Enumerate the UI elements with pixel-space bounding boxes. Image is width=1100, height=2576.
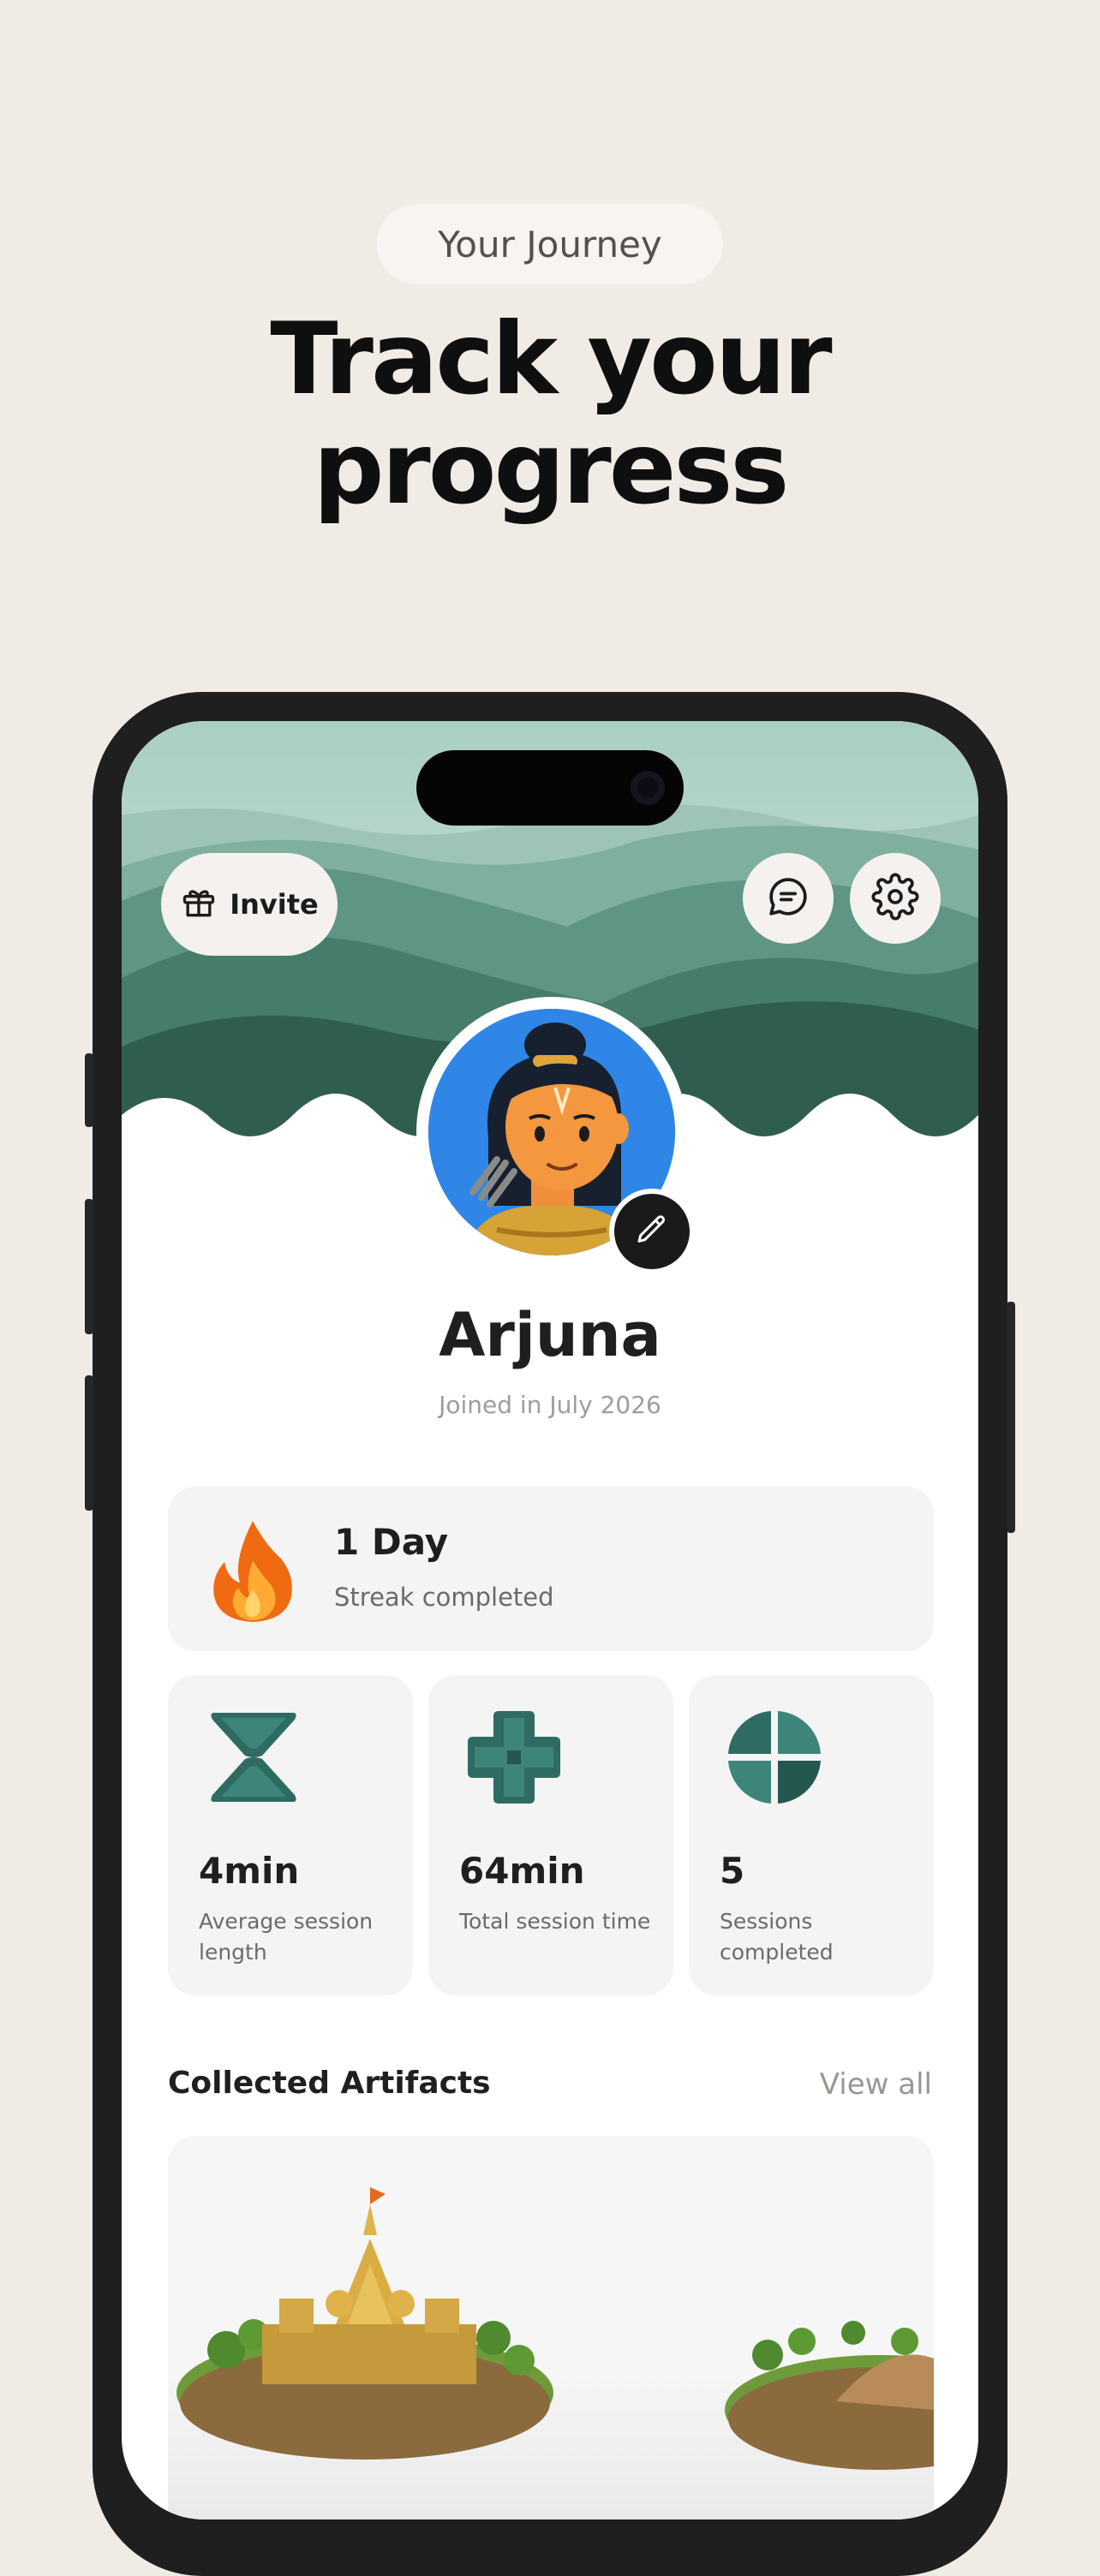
hourglass-icon bbox=[211, 1713, 296, 1802]
stat-card-total-time[interactable]: 64min Total session time bbox=[428, 1675, 673, 1995]
headline-line-1: Track your bbox=[270, 301, 832, 417]
chat-bubble-icon bbox=[764, 873, 812, 924]
dynamic-island bbox=[416, 750, 684, 826]
artifacts-carousel[interactable] bbox=[168, 2136, 934, 2519]
profile-name: Arjuna bbox=[439, 1300, 661, 1370]
streak-card[interactable]: 1 Day Streak completed bbox=[168, 1487, 934, 1651]
stat-value: 5 bbox=[720, 1850, 745, 1892]
front-camera bbox=[631, 771, 665, 805]
stat-card-sessions-completed[interactable]: 5 Sessions completed bbox=[689, 1675, 934, 1995]
power-button bbox=[1007, 1302, 1015, 1533]
joined-date: Joined in July 2026 bbox=[439, 1391, 661, 1419]
stat-value: 4min bbox=[199, 1850, 300, 1892]
plus-shape-icon bbox=[468, 1711, 560, 1804]
artifacts-title: Collected Artifacts bbox=[168, 2066, 491, 2101]
volume-down-button bbox=[85, 1375, 93, 1511]
quarter-circle-icon bbox=[728, 1711, 821, 1804]
stat-label: Total session time bbox=[459, 1909, 651, 1934]
stat-label: Average session length bbox=[199, 1909, 374, 1965]
streak-value: 1 Day bbox=[334, 1521, 449, 1563]
page-headline: Track your progress bbox=[0, 305, 1100, 524]
invite-label: Invite bbox=[230, 888, 319, 921]
chat-button[interactable] bbox=[743, 853, 834, 944]
volume-up-button bbox=[85, 1199, 93, 1334]
invite-button[interactable]: Invite bbox=[161, 853, 338, 956]
settings-button[interactable] bbox=[850, 853, 941, 944]
view-all-link[interactable]: View all bbox=[820, 2067, 932, 2102]
headline-line-2: progress bbox=[313, 411, 790, 527]
section-pill: Your Journey bbox=[377, 204, 723, 284]
flame-icon bbox=[213, 1521, 292, 1622]
streak-label: Streak completed bbox=[334, 1583, 554, 1612]
pencil-icon bbox=[635, 1213, 669, 1250]
temple-artifact-image[interactable] bbox=[168, 2136, 934, 2519]
action-button bbox=[85, 1053, 93, 1127]
stat-value: 64min bbox=[459, 1850, 585, 1892]
gear-icon bbox=[871, 873, 919, 924]
edit-avatar-button[interactable] bbox=[609, 1189, 695, 1274]
stat-label: Sessions completed bbox=[720, 1909, 834, 1965]
gift-icon bbox=[180, 884, 218, 925]
stat-card-average-session[interactable]: 4min Average session length bbox=[168, 1675, 413, 1995]
phone-screen: Invite Arjuna Joined in July 2026 1 Day … bbox=[122, 721, 978, 2519]
pill-label: Your Journey bbox=[438, 223, 662, 265]
